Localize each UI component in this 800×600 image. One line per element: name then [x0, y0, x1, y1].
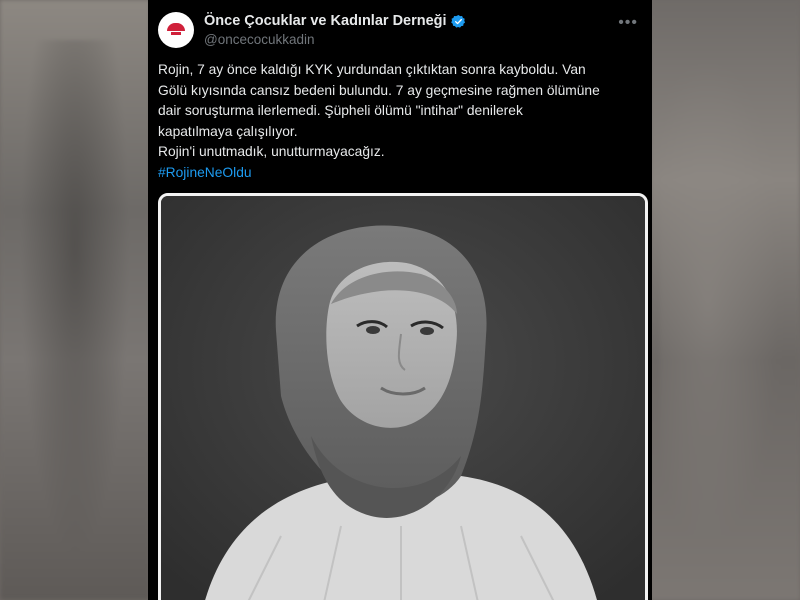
- avatar[interactable]: [158, 12, 194, 48]
- display-name[interactable]: Önce Çocuklar ve Kadınlar Derneği: [204, 13, 447, 29]
- tweet-line: Gölü kıyısında cansız bedeni bulundu. 7 …: [158, 82, 600, 98]
- tweet-text: Rojin, 7 ay önce kaldığı KYK yurdundan ç…: [158, 60, 628, 184]
- tweet-line: Rojin, 7 ay önce kaldığı KYK yurdundan ç…: [158, 62, 586, 77]
- organization-logo-icon: [167, 23, 185, 37]
- blurred-background-right: [650, 0, 800, 600]
- more-horizontal-icon[interactable]: •••: [618, 14, 638, 32]
- portrait-photo: [161, 196, 645, 600]
- tweet-header: Önce Çocuklar ve Kadınlar Derneği @oncec…: [158, 8, 642, 52]
- tweet-media[interactable]: [158, 193, 648, 600]
- tweet-line: Rojin'i unutmadık, unutturmayacağız.: [158, 144, 385, 160]
- verified-badge-icon: [450, 14, 465, 28]
- author-name-row: Önce Çocuklar ve Kadınlar Derneği: [204, 13, 466, 29]
- hashtag-link[interactable]: #RojineNeOldu: [158, 165, 252, 180]
- tweet-card[interactable]: Önce Çocuklar ve Kadınlar Derneği @oncec…: [148, 0, 652, 600]
- blurred-background-left: [0, 0, 150, 600]
- tweet-line: dair soruşturma ilerlemedi. Şüpheli ölüm…: [158, 103, 523, 119]
- tweet-line: kapatılmaya çalışılıyor.: [158, 123, 298, 139]
- handle[interactable]: @oncecocukkadin: [204, 32, 315, 47]
